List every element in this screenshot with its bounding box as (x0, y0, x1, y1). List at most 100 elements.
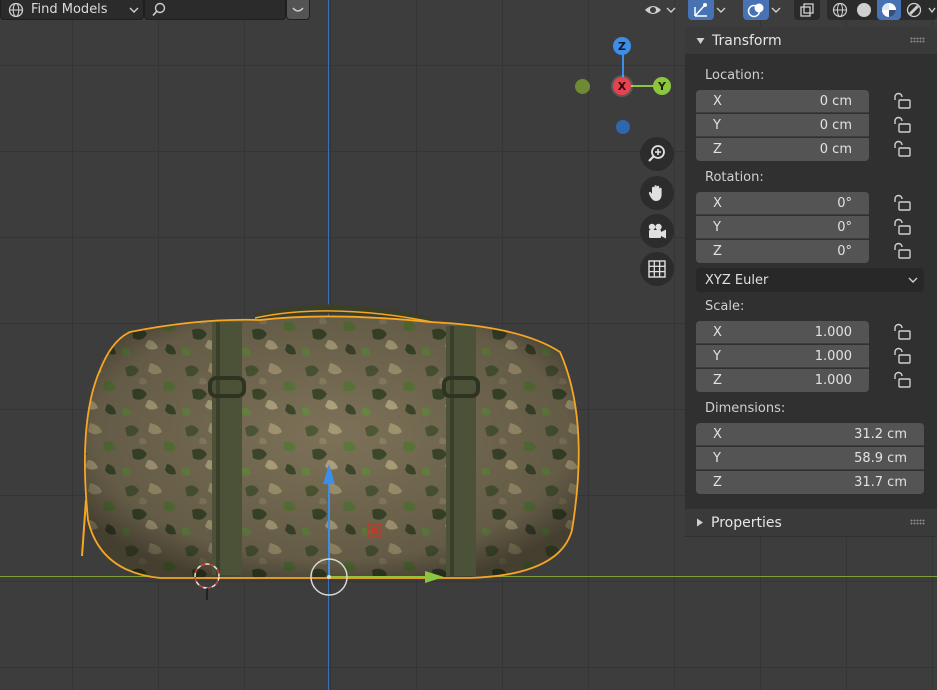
gizmo-y-label: Y (658, 79, 666, 93)
location-z-lock-icon[interactable] (892, 140, 912, 158)
axis-label: Z (713, 244, 722, 259)
scale-x-field[interactable]: X 1.000 (696, 321, 869, 344)
scale-y-lock-icon[interactable] (892, 347, 912, 365)
grid-icon (648, 260, 666, 278)
gizmo-x-axis[interactable]: X (613, 77, 631, 95)
dimensions-label: Dimensions: (705, 401, 786, 416)
scale-label: Scale: (705, 299, 745, 314)
gizmo-x-label: X (617, 79, 627, 93)
material-sphere-icon (882, 3, 896, 17)
gizmo-z-label: Z (618, 39, 626, 53)
location-y-field[interactable]: Y 0 cm (696, 114, 869, 137)
field-value: 31.2 cm (854, 426, 907, 442)
rotation-mode-value: XYZ Euler (705, 272, 769, 288)
properties-panel-header[interactable]: Properties (685, 509, 937, 536)
rotation-y-lock-icon[interactable] (892, 218, 912, 236)
rotation-x-field[interactable]: X 0° (696, 192, 869, 215)
field-value: 0 cm (819, 117, 852, 133)
axis-label: X (713, 324, 722, 340)
gizmo-y-axis[interactable]: Y (653, 77, 671, 95)
zoom-button[interactable] (640, 137, 674, 171)
find-models-dropdown[interactable]: Find Models (0, 0, 144, 20)
properties-title: Properties (711, 514, 782, 531)
axis-label: Y (713, 450, 721, 466)
transform-panel-header[interactable]: Transform (685, 27, 937, 54)
wireframe-shading-button[interactable] (829, 0, 851, 20)
gizmo-neg-z-axis[interactable] (616, 120, 630, 134)
scale-x-lock-icon[interactable] (892, 323, 912, 341)
axis-label: X (713, 195, 722, 211)
location-x-field[interactable]: X 0 cm (696, 90, 869, 113)
gizmo-neg-y-axis[interactable] (575, 79, 590, 94)
field-value: 31.7 cm (854, 475, 907, 490)
dimensions-y-field[interactable]: Y 58.9 cm (696, 447, 924, 470)
axis-label: Z (713, 142, 722, 157)
zoom-icon (648, 145, 665, 162)
wireframe-sphere-icon (832, 2, 848, 18)
pan-button[interactable] (640, 176, 674, 210)
rendered-shading-button[interactable] (903, 0, 925, 20)
location-label: Location: (705, 68, 765, 83)
overlay-icon (747, 3, 764, 18)
chevron-down-icon (129, 7, 139, 13)
overlay-toggle-button[interactable] (743, 0, 769, 20)
rotation-y-field[interactable]: Y 0° (696, 216, 869, 239)
solid-shading-button[interactable] (853, 0, 875, 20)
sidebar-panel: Transform Location: X 0 cm Y 0 cm Z 0 cm Ro… (685, 27, 937, 537)
xray-icon (800, 3, 814, 17)
gizmo-z-axis[interactable]: Z (613, 37, 631, 55)
drag-grip-icon[interactable] (910, 519, 925, 525)
dimensions-x-field[interactable]: X 31.2 cm (696, 423, 924, 446)
rendered-sphere-icon (906, 2, 922, 18)
chevron-down-icon (928, 7, 936, 14)
chevron-down-icon (908, 277, 918, 283)
axis-label: Y (713, 348, 721, 364)
gizmo-icon (694, 3, 707, 17)
chevron-down-icon (292, 7, 304, 12)
chevron-down-icon (696, 37, 705, 44)
overlay-toggle-group[interactable] (739, 0, 787, 20)
scale-z-lock-icon[interactable] (892, 371, 912, 389)
rotation-z-lock-icon[interactable] (892, 242, 912, 260)
gizmo-toggle-group[interactable] (684, 0, 732, 20)
scale-y-field[interactable]: Y 1.000 (696, 345, 869, 368)
camera-view-button[interactable] (640, 214, 674, 248)
camera-icon (648, 223, 666, 239)
search-options-button[interactable] (286, 0, 310, 20)
field-value: 0 cm (819, 142, 852, 157)
location-z-field[interactable]: Z 0 cm (696, 138, 869, 161)
xray-toggle-button[interactable] (794, 0, 820, 20)
orthographic-toggle-button[interactable] (640, 252, 674, 286)
field-value: 0 cm (819, 93, 852, 109)
rotation-mode-select[interactable]: XYZ Euler (696, 268, 924, 292)
eye-icon (645, 6, 676, 14)
search-icon (152, 2, 166, 16)
material-preview-button[interactable] (877, 0, 901, 20)
globe-icon (8, 2, 24, 17)
solid-sphere-icon (857, 3, 871, 17)
location-y-lock-icon[interactable] (892, 116, 912, 134)
transform-title: Transform (712, 32, 782, 49)
search-input[interactable] (144, 0, 286, 20)
rotation-z-field[interactable]: Z 0° (696, 240, 869, 263)
field-value: 0° (837, 219, 852, 235)
hand-icon (648, 185, 662, 201)
gizmo-toggle-button[interactable] (688, 0, 714, 20)
dimensions-z-field[interactable]: Z 31.7 cm (696, 471, 924, 494)
field-value: 58.9 cm (854, 450, 907, 466)
axis-label: Y (713, 219, 721, 235)
axis-label: X (713, 426, 722, 442)
visibility-dropdown[interactable] (641, 0, 677, 20)
field-value: 0° (837, 244, 852, 259)
field-value: 1.000 (814, 324, 852, 340)
rotation-x-lock-icon[interactable] (892, 194, 912, 212)
drag-grip-icon[interactable] (910, 37, 925, 43)
scale-z-field[interactable]: Z 1.000 (696, 369, 869, 392)
axis-label: Y (713, 117, 721, 133)
location-x-lock-icon[interactable] (892, 92, 912, 110)
field-value: 0° (837, 195, 852, 211)
chevron-down-icon (771, 7, 781, 13)
axis-label: Z (713, 373, 722, 388)
axis-label: Z (713, 475, 722, 490)
shading-mode-group[interactable] (827, 0, 937, 20)
